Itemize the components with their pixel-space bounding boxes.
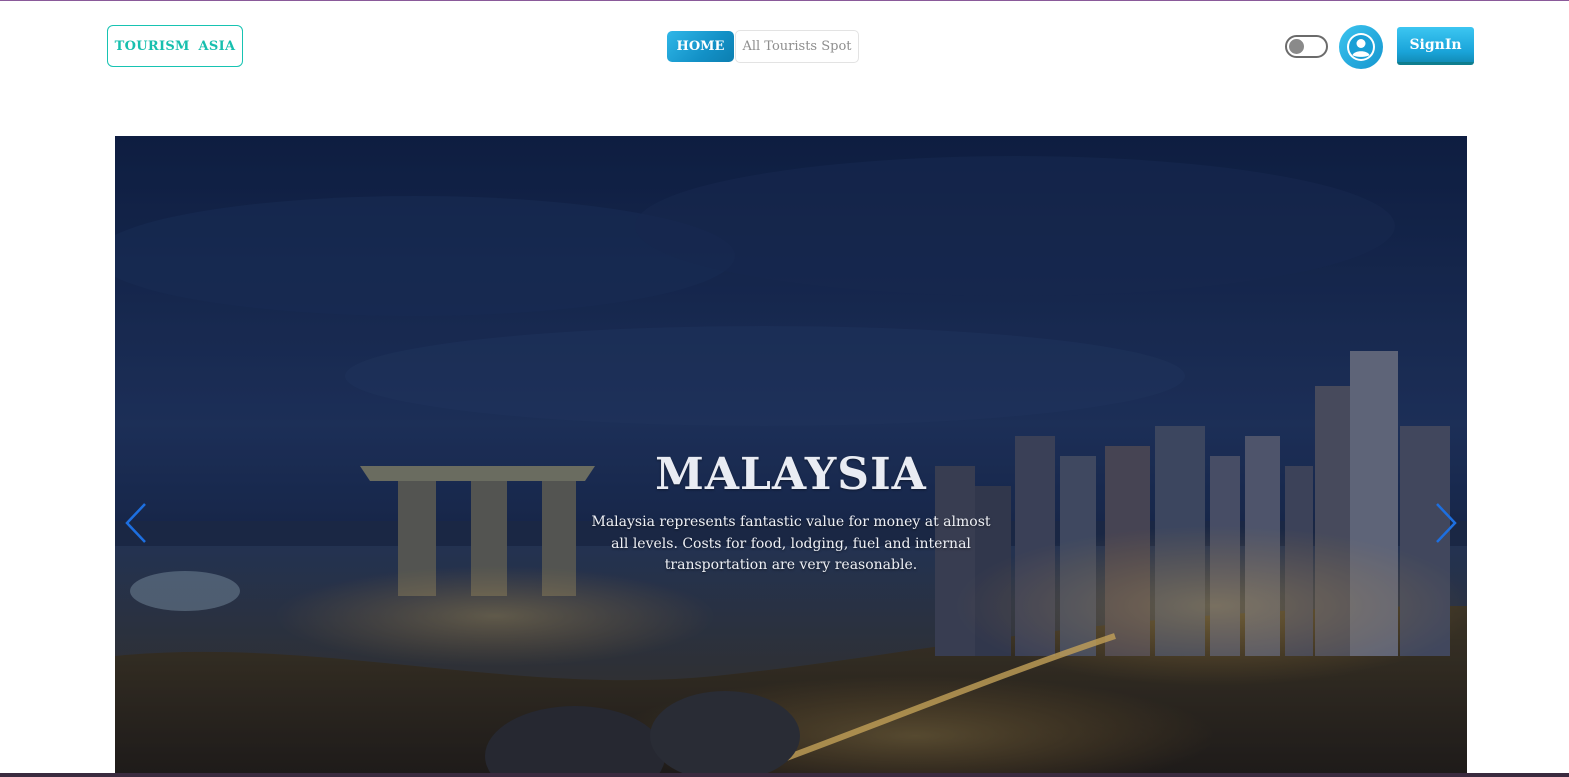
hero-description: Malaysia represents fantastic value for … [591, 514, 991, 573]
nav-link-home[interactable]: HOME [667, 31, 734, 62]
toggle-knob [1289, 39, 1304, 54]
chevron-right-icon [1436, 503, 1457, 543]
brand-logo[interactable]: TOURISM ASIA [107, 25, 243, 67]
hero-carousel: MALAYSIA Malaysia represents fantastic v… [115, 136, 1467, 777]
carousel-prev-button[interactable] [121, 501, 151, 545]
main-nav: HOME All Tourists Spot [667, 30, 859, 63]
nav-link-all-tourists-spot[interactable]: All Tourists Spot [735, 30, 859, 63]
user-circle-icon [1347, 33, 1375, 61]
carousel-next-button[interactable] [1431, 501, 1461, 545]
navbar: TOURISM ASIA HOME All Tourists Spot Sign… [0, 0, 1569, 95]
user-avatar[interactable] [1339, 25, 1383, 69]
chevron-left-icon [125, 503, 146, 543]
hero-title: MALAYSIA [655, 449, 927, 500]
bottom-strip [0, 773, 1569, 777]
signin-button[interactable]: SignIn [1397, 27, 1474, 65]
theme-toggle[interactable] [1285, 35, 1328, 58]
